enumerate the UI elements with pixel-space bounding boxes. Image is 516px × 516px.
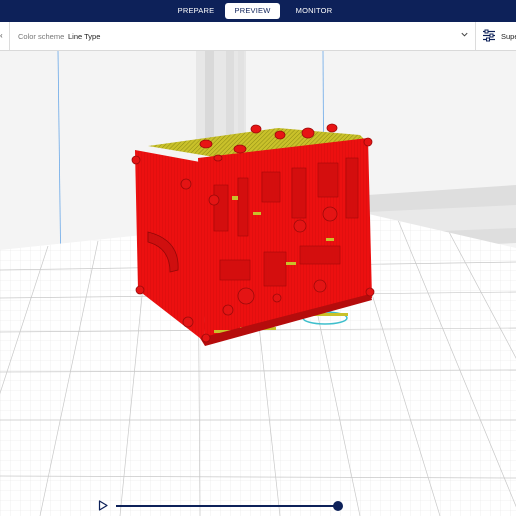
sliced-model	[131, 123, 375, 346]
tab-prepare[interactable]: PREPARE	[167, 3, 225, 19]
print-settings-button[interactable]: Supe	[478, 22, 516, 50]
color-scheme-label: Color scheme	[18, 32, 65, 41]
view-toolbar: ‹ Color scheme Line Type Supe	[0, 22, 516, 51]
layer-slider	[96, 498, 346, 514]
layer-slider-handle[interactable]	[333, 501, 343, 511]
print-settings-label: Supe	[501, 32, 516, 41]
chevron-left-icon[interactable]: ‹	[0, 31, 3, 40]
play-icon[interactable]	[98, 500, 108, 511]
stage-bar: PREPARE PREVIEW MONITOR	[0, 0, 516, 22]
color-scheme-dropdown[interactable]: Color scheme Line Type	[9, 22, 476, 50]
tab-monitor[interactable]: MONITOR	[280, 3, 348, 19]
stage-tabs: PREPARE PREVIEW MONITOR	[167, 3, 348, 19]
chevron-down-icon	[461, 32, 468, 37]
tab-preview[interactable]: PREVIEW	[225, 3, 280, 19]
color-scheme-value: Line Type	[68, 32, 101, 41]
preview-viewport[interactable]	[0, 51, 516, 516]
layer-slider-track[interactable]	[116, 505, 338, 507]
sliders-icon	[483, 29, 495, 42]
viewport-scene	[0, 51, 516, 516]
